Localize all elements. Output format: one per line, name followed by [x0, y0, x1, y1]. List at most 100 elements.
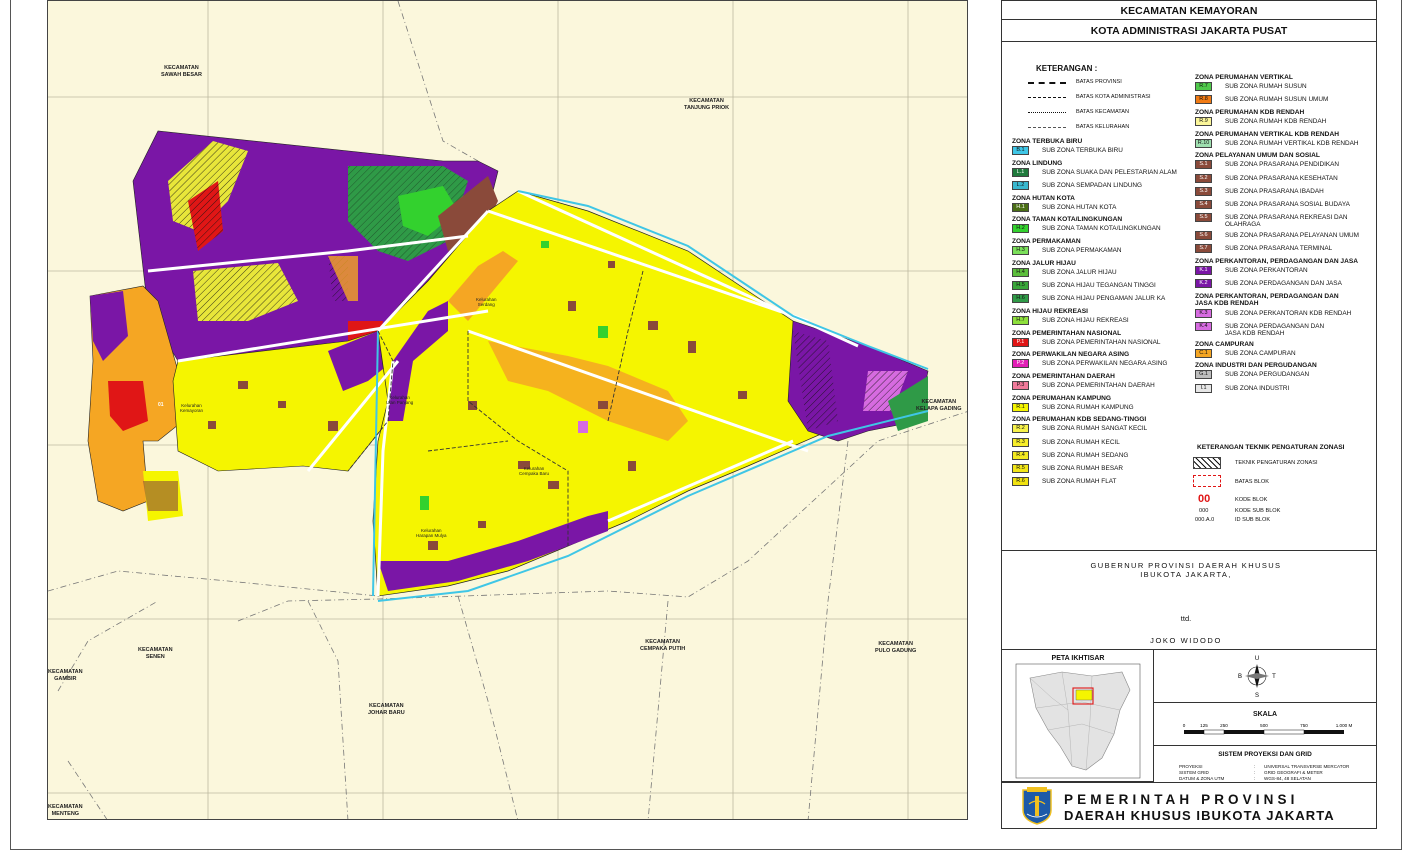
- legend-item-label: SUB ZONA HUTAN KOTA: [1042, 203, 1117, 211]
- label-kelurahan-kemayoran: Kelurahan Kemayoran: [180, 403, 204, 413]
- legend-swatch: K.3: [1195, 308, 1212, 318]
- legend-swatch: S.1: [1195, 160, 1212, 170]
- legend-line-label: BATAS PROVINSI: [1076, 79, 1122, 85]
- legend-line-sample: [1028, 112, 1066, 113]
- legend-swatch: R.3: [1012, 437, 1029, 447]
- legend-swatch: H.5: [1012, 280, 1029, 290]
- label-senen: KECAMATAN SENEN: [138, 647, 173, 660]
- label-kelapa-gading: KECAMATAN KELAPA GADING: [916, 399, 962, 412]
- legend-swatch: L.1: [1012, 167, 1029, 177]
- label-kelurahan-harapan-mulya: Kelurahan Harapan Mulya: [416, 528, 447, 538]
- legend-swatch: S.6: [1195, 231, 1212, 241]
- legend-line-label: BATAS KOTA ADMINISTRASI: [1076, 94, 1151, 100]
- projection-colon: :: [1254, 770, 1256, 775]
- label-tanjung-priok: KECAMATAN TANJUNG PRIOK: [684, 98, 730, 111]
- scale-tick-label: 125: [1200, 723, 1208, 728]
- legend-group-heading: ZONA TERBUKA BIRU: [1012, 138, 1083, 145]
- legend-swatch: G.1: [1195, 370, 1212, 380]
- compass-w: B: [1238, 674, 1242, 680]
- hatch-label: TEKNIK PENGATURAN ZONASI: [1235, 460, 1318, 466]
- projection-value: UNIVERSAL TRANSVERSE MERCATOR: [1264, 764, 1350, 769]
- legend-item-label: SUB ZONA PERDAGANGAN DAN JASA KDB RENDAH: [1225, 323, 1325, 338]
- legend-swatch: K.4: [1195, 322, 1212, 332]
- label-kelurahan-utan-panjang: Kelurahan Utan Panjang: [386, 395, 414, 405]
- sub-block-id-sample: 000.A.0: [1195, 517, 1215, 523]
- government-line-2: DAERAH KHUSUS IBUKOTA JAKARTA: [1064, 808, 1335, 823]
- legend-item-label: SUB ZONA PERWAKILAN NEGARA ASING: [1042, 360, 1168, 368]
- scale-tick-label: 750: [1300, 723, 1308, 728]
- legend-swatch: P.3: [1012, 380, 1029, 390]
- legend-swatch: H.6: [1012, 294, 1029, 304]
- legend-line-sample: [1028, 97, 1066, 98]
- legend-swatch: R.8: [1195, 95, 1212, 105]
- legend-swatch: R.6: [1012, 477, 1029, 487]
- legend-swatch: P.1: [1012, 337, 1029, 347]
- block-boundary-swatch: [1193, 475, 1221, 487]
- legend-item-label: SUB ZONA TAMAN KOTA/LINGKUNGAN: [1042, 225, 1161, 233]
- legend-swatch: P.2: [1012, 359, 1029, 369]
- legend-group-heading: ZONA PERUMAHAN KAMPUNG: [1012, 394, 1112, 402]
- legend-swatch: I.1: [1195, 383, 1212, 393]
- legend-line-sample: [1028, 127, 1066, 128]
- legend-group-heading: ZONA PELAYANAN UMUM DAN SOSIAL: [1195, 152, 1320, 160]
- legend-item-label: SUB ZONA PRASARANA KESEHATAN: [1225, 174, 1338, 182]
- compass-e: T: [1272, 674, 1276, 680]
- legend-group-heading: ZONA PERUMAHAN VERTIKAL KDB RENDAH: [1195, 130, 1339, 138]
- projection-key: PROYEKSI: [1179, 764, 1203, 769]
- scale-tick-label: 1.000 M: [1336, 723, 1353, 728]
- legend-item-label: SUB ZONA JALUR HIJAU: [1042, 268, 1117, 276]
- legend-group-heading: ZONA LINDUNG: [1012, 159, 1063, 167]
- government-block: PEMERINTAH PROVINSI DAERAH KHUSUS IBUKOT…: [1002, 782, 1376, 828]
- label-pulo-gadung: KECAMATAN PULO GADUNG: [875, 641, 917, 654]
- scale-tick-label: 250: [1220, 723, 1228, 728]
- block-code: 01: [158, 402, 164, 408]
- block-code-label: KODE BLOK: [1235, 497, 1268, 503]
- legend-swatch: S.5: [1195, 213, 1212, 223]
- label-gambir: KECAMATAN GAMBIR: [48, 669, 83, 682]
- legend-line-sample: [1028, 82, 1066, 84]
- label-cempaka-putih: KECAMATAN CEMPAKA PUTIH: [640, 639, 686, 652]
- sub-block-code-label: KODE SUB BLOK: [1235, 508, 1281, 514]
- legend-item-label: SUB ZONA TERBUKA BIRU: [1042, 147, 1123, 154]
- legend-group-heading: ZONA PERUMAHAN VERTIKAL: [1195, 74, 1293, 81]
- legend-item-label: SUB ZONA PERKANTORAN KDB RENDAH: [1225, 309, 1352, 317]
- label-kelurahan-cempaka-baru: Kelurahan Cempaka Baru: [519, 466, 550, 476]
- government-line-1: PEMERINTAH PROVINSI: [1064, 792, 1299, 807]
- projection-title: SISTEM PROYEKSI DAN GRID: [1218, 751, 1312, 758]
- projection-key: DATUM & ZONA UTM: [1179, 776, 1225, 781]
- projection-colon: :: [1254, 764, 1256, 769]
- legend-swatch: K.2: [1195, 279, 1212, 289]
- city-title: KOTA ADMINISTRASI JAKARTA PUSAT: [1002, 20, 1376, 42]
- block-boundary-label: BATAS BLOK: [1235, 479, 1269, 485]
- block-code-sample: 00: [1198, 493, 1211, 505]
- legend-item-label: SUB ZONA RUMAH FLAT: [1042, 478, 1117, 486]
- zoning-map[interactable]: KECAMATAN SAWAH BESAR KECAMATAN TANJUNG …: [47, 0, 968, 820]
- legend-group-heading: ZONA PERUMAHAN KDB SEDANG-TINGGI: [1012, 416, 1147, 424]
- legend-item-label: SUB ZONA HIJAU PENGAMAN JALUR KA: [1042, 295, 1166, 303]
- legend-swatch: L.2: [1012, 180, 1029, 190]
- legend-item-label: SUB ZONA SEMPADAN LINDUNG: [1042, 181, 1143, 189]
- legend-item-label: SUB ZONA RUMAH SUSUN UMUM: [1225, 96, 1329, 104]
- legend-item-label: SUB ZONA PRASARANA SOSIAL BUDAYA: [1225, 200, 1350, 208]
- north-arrow: U S T B: [1154, 650, 1376, 702]
- legend-swatch: R.4: [1012, 450, 1029, 460]
- label-kelurahan-serdang: Kelurahan Serdang: [476, 297, 497, 307]
- compass-s: S: [1255, 693, 1259, 699]
- legend-item-label: SUB ZONA CAMPURAN: [1225, 349, 1296, 357]
- legend-group-heading: ZONA PERKANTORAN, PERDAGANGAN DAN JASA: [1195, 258, 1359, 265]
- legend-swatch: R.7: [1195, 82, 1212, 91]
- legend-group-heading: ZONA PEMERINTAHAN DAERAH: [1012, 372, 1115, 380]
- legend-group-heading: ZONA HUTAN KOTA: [1012, 194, 1075, 202]
- signatory-name: JOKO WIDODO: [1150, 636, 1222, 645]
- legend-item-label: SUB ZONA RUMAH VERTIKAL KDB RENDAH: [1225, 139, 1359, 147]
- projection-colon: :: [1254, 776, 1256, 781]
- legend-item-label: SUB ZONA HIJAU TEGANGAN TINGGI: [1042, 281, 1156, 289]
- legend-item-label: SUB ZONA RUMAH KAMPUNG: [1042, 403, 1134, 411]
- legend-group-heading: ZONA PERWAKILAN NEGARA ASING: [1012, 351, 1130, 359]
- projection-key: SISTEM GRID: [1179, 770, 1209, 775]
- scale-graphic: 0 125 250 500 750 1.000 M: [1183, 723, 1353, 735]
- district-kemayoran[interactable]: [87, 130, 929, 602]
- legend-item-label: SUB ZONA RUMAH KECIL: [1042, 438, 1120, 446]
- label-menteng: KECAMATAN MENTENG: [48, 804, 83, 817]
- legend-group-heading: ZONA PERKANTORAN, PERDAGANGAN DAN JASA K…: [1195, 292, 1339, 307]
